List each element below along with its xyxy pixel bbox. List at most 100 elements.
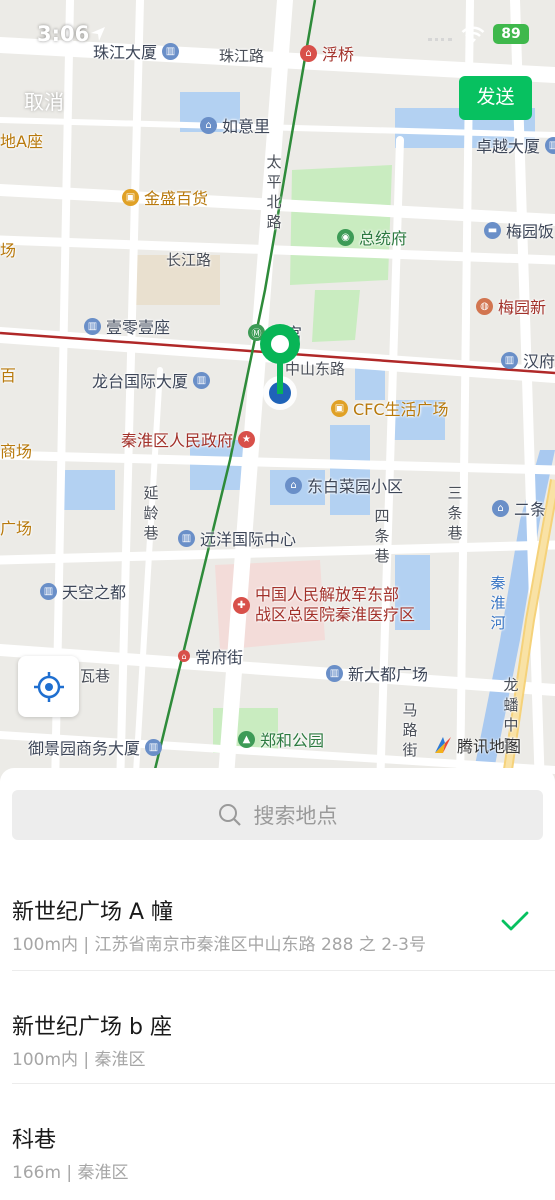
poi-left-shang[interactable]: 商场 xyxy=(0,438,32,462)
result-address: 100m内 | 秦淮区 xyxy=(12,1050,146,1070)
result-item-3[interactable]: 科巷 166m | 秦淮区 xyxy=(0,1084,555,1197)
poi-label: 场 xyxy=(0,241,17,260)
residence-icon: ⌂ xyxy=(492,499,509,517)
location-sheet: 搜索地点 新世纪广场 A 幢 100m内 | 江苏省南京市秦淮区中山东路 288… xyxy=(0,768,555,1200)
search-icon xyxy=(218,804,241,826)
location-arrow-icon xyxy=(91,27,105,41)
poi-label: 天空之都 xyxy=(62,583,127,602)
poi-label: 商场 xyxy=(0,442,33,461)
poi-label: 汉府 xyxy=(523,352,555,371)
result-address: 100m内 | 江苏省南京市秦淮区中山东路 288 之 2-3号 xyxy=(12,935,426,955)
result-name: 新世纪广场 A 幢 xyxy=(12,900,174,925)
crosshair-icon xyxy=(33,671,64,702)
battery-indicator: 89 xyxy=(493,24,529,44)
poi-changfu[interactable]: ⌂ 常府街 xyxy=(178,644,243,668)
poi-left-bai[interactable]: 百 xyxy=(0,362,16,386)
result-name: 新世纪广场 b 座 xyxy=(12,1015,172,1040)
poi-label: 金盛百货 xyxy=(144,189,209,208)
poi-hospital[interactable]: ✚ 中国人民解放军东部 战区总医院秦淮医疗区 xyxy=(233,585,415,625)
send-button[interactable]: 发送 xyxy=(459,76,532,120)
poi-label: 秦淮区人民政府 xyxy=(121,431,234,450)
poi-left-chang[interactable]: 场 xyxy=(0,237,16,261)
poi-left-a[interactable]: 地A座 xyxy=(0,128,43,152)
poi-label-line2: 战区总医院秦淮医疗区 xyxy=(255,605,416,624)
road-label-santiao: 三条巷 xyxy=(447,484,463,542)
poi-hanfu[interactable]: ▥ 汉府 xyxy=(501,348,555,372)
river-label-qinhuai: 秦淮河 xyxy=(490,574,506,632)
poi-label: 地A座 xyxy=(0,132,43,151)
poi-label: 龙台国际大厦 xyxy=(92,372,189,391)
poi-label: CFC生活广场 xyxy=(353,400,449,419)
brand-label: 腾讯地图 xyxy=(457,737,522,756)
search-placeholder: 搜索地点 xyxy=(253,804,338,828)
poi-zongtongfu[interactable]: ◉ 总统府 xyxy=(337,225,407,249)
poi-meiyuan-fan[interactable]: ▬ 梅园饭 xyxy=(484,218,554,242)
government-icon: ★ xyxy=(238,430,256,448)
poi-dongbai[interactable]: ⌂ 东白菜园小区 xyxy=(285,473,403,497)
building-icon: ▥ xyxy=(84,317,101,335)
poi-qinhuai-gov[interactable]: 秦淮区人民政府 ★ xyxy=(121,427,256,451)
poi-yilingyi[interactable]: ▥ 壹零壹座 xyxy=(84,314,170,338)
poi-left-guang[interactable]: 广场 xyxy=(0,515,32,539)
poi-label: 如意里 xyxy=(222,117,271,136)
poi-jinsheng[interactable]: ▣ 金盛百货 xyxy=(122,185,208,209)
building-icon: ▥ xyxy=(545,136,555,154)
poi-ertiao[interactable]: ⌂ 二条 xyxy=(492,496,546,520)
metro-station-icon: ⌂ xyxy=(178,650,190,662)
road-label-yanling: 延龄巷 xyxy=(143,484,159,542)
cancel-button[interactable]: 取消 xyxy=(24,86,64,115)
poi-zhuoyue[interactable]: 卓越大厦 ▥ xyxy=(476,133,555,157)
result-item-2[interactable]: 新世纪广场 b 座 100m内 | 秦淮区 xyxy=(0,971,555,1084)
poi-meiyuan-new[interactable]: ◍ 梅园新 xyxy=(476,294,546,318)
road-label-wa: 瓦巷 xyxy=(80,667,111,685)
poi-xindadu[interactable]: ▥ 新大都广场 xyxy=(326,661,428,685)
wifi-icon xyxy=(461,26,485,43)
road-label-changjiang: 长江路 xyxy=(166,251,212,269)
poi-label: 御景园商务大厦 xyxy=(28,739,141,758)
building-icon: ▥ xyxy=(40,582,57,600)
poi-label: 二条 xyxy=(514,500,547,519)
poi-tiankong[interactable]: ▥ 天空之都 xyxy=(40,579,126,603)
status-time: 3:06 xyxy=(37,22,90,46)
poi-label: 梅园饭 xyxy=(506,222,555,241)
poi-label: 总统府 xyxy=(359,229,408,248)
poi-cfc[interactable]: ▣ CFC生活广场 xyxy=(331,396,449,420)
poi-label-line1: 中国人民解放军东部 xyxy=(255,585,400,604)
poi-label: 东白菜园小区 xyxy=(307,477,404,496)
building-icon: ▥ xyxy=(326,664,343,682)
poi-yuanyang[interactable]: ▥ 远洋国际中心 xyxy=(178,526,296,550)
hospital-icon: ✚ xyxy=(233,596,250,614)
poi-longtai[interactable]: 龙台国际大厦 ▥ xyxy=(92,368,211,392)
poi-label: 郑和公园 xyxy=(260,731,325,750)
signal-dots-icon xyxy=(428,38,452,41)
building-icon: ▥ xyxy=(501,351,518,369)
attraction-icon: ◉ xyxy=(337,228,354,246)
poi-ruyili[interactable]: ⌂ 如意里 xyxy=(200,113,270,137)
poi-zhenghe[interactable]: ▲ 郑和公园 xyxy=(238,727,324,751)
location-pin-icon[interactable] xyxy=(250,322,310,412)
poi-label: 百 xyxy=(0,366,17,385)
building-icon: ▥ xyxy=(178,529,195,547)
residence-icon: ⌂ xyxy=(285,476,302,494)
search-input[interactable]: 搜索地点 xyxy=(12,790,543,840)
park-icon: ▲ xyxy=(238,730,255,748)
shopping-icon: ▣ xyxy=(331,399,348,417)
poi-label: 壹零壹座 xyxy=(106,318,171,337)
shopping-icon: ▣ xyxy=(122,188,139,206)
poi-label: 梅园新 xyxy=(498,298,547,317)
poi-label: 广场 xyxy=(0,519,33,538)
locate-me-button[interactable] xyxy=(18,656,79,717)
building-icon: ▥ xyxy=(145,738,163,756)
hotel-icon: ◍ xyxy=(476,297,493,315)
poi-label: 新大都广场 xyxy=(348,665,429,684)
checkmark-icon xyxy=(501,911,529,931)
map-brand: 腾讯地图 xyxy=(433,733,521,757)
poi-yujingyuan[interactable]: 御景园商务大厦 ▥ xyxy=(28,735,163,759)
poi-label: 常府街 xyxy=(195,648,244,667)
tencent-map-logo-icon xyxy=(435,737,451,753)
road-label-sitiao: 四条巷 xyxy=(374,507,390,565)
hotel-icon: ▬ xyxy=(484,221,501,239)
result-item-1[interactable]: 新世纪广场 A 幢 100m内 | 江苏省南京市秦淮区中山东路 288 之 2-… xyxy=(0,858,555,971)
status-bar: 3:06 89 xyxy=(0,0,555,70)
residence-icon: ⌂ xyxy=(200,116,217,134)
